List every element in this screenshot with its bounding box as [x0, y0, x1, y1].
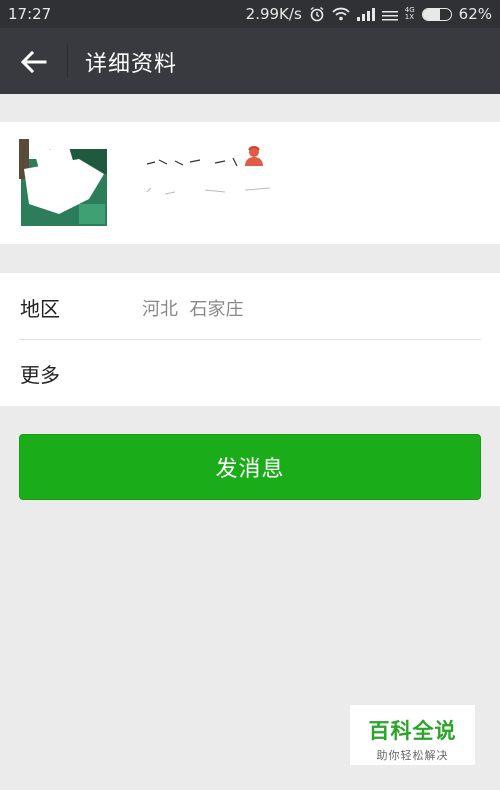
region-label: 地区 — [20, 297, 60, 321]
wifi-icon — [332, 7, 350, 21]
battery-icon — [421, 7, 452, 21]
status-right: 2.99K/s 4G 1X 62% — [246, 5, 492, 23]
region-value: 河北 石家庄 — [142, 299, 244, 320]
alarm-icon — [310, 6, 324, 22]
watermark-title: 百科全说 — [368, 719, 457, 743]
send-message-button[interactable]: 发消息 — [19, 434, 481, 500]
back-arrow-icon[interactable] — [18, 46, 50, 78]
battery-fill — [422, 8, 441, 20]
battery-percent: 62% — [458, 5, 492, 23]
status-bar: 17:27 2.99K/s 4G 1X 62% — [0, 0, 500, 28]
more-label[interactable]: 更多 — [20, 359, 60, 388]
page-title: 详细资料 — [85, 52, 178, 77]
network-type: 4G 1X — [405, 7, 415, 21]
network-speed: 2.99K/s — [245, 5, 302, 23]
network-type-bottom: 1X — [404, 13, 415, 21]
signal-icon-secondary — [381, 10, 398, 20]
avatar[interactable] — [19, 139, 108, 228]
row-divider — [19, 339, 481, 340]
watermark-subtitle: 助你轻松解决 — [376, 749, 449, 762]
watermark: 百科全说 助你轻松解决 — [350, 705, 475, 765]
header-divider — [67, 44, 68, 78]
signal-icon — [356, 7, 375, 21]
info-card: 地区 河北 石家庄 更多 — [0, 273, 500, 406]
female-user-icon — [245, 146, 263, 166]
status-time: 17:27 — [8, 5, 52, 23]
header: 详细资料 — [0, 28, 500, 94]
